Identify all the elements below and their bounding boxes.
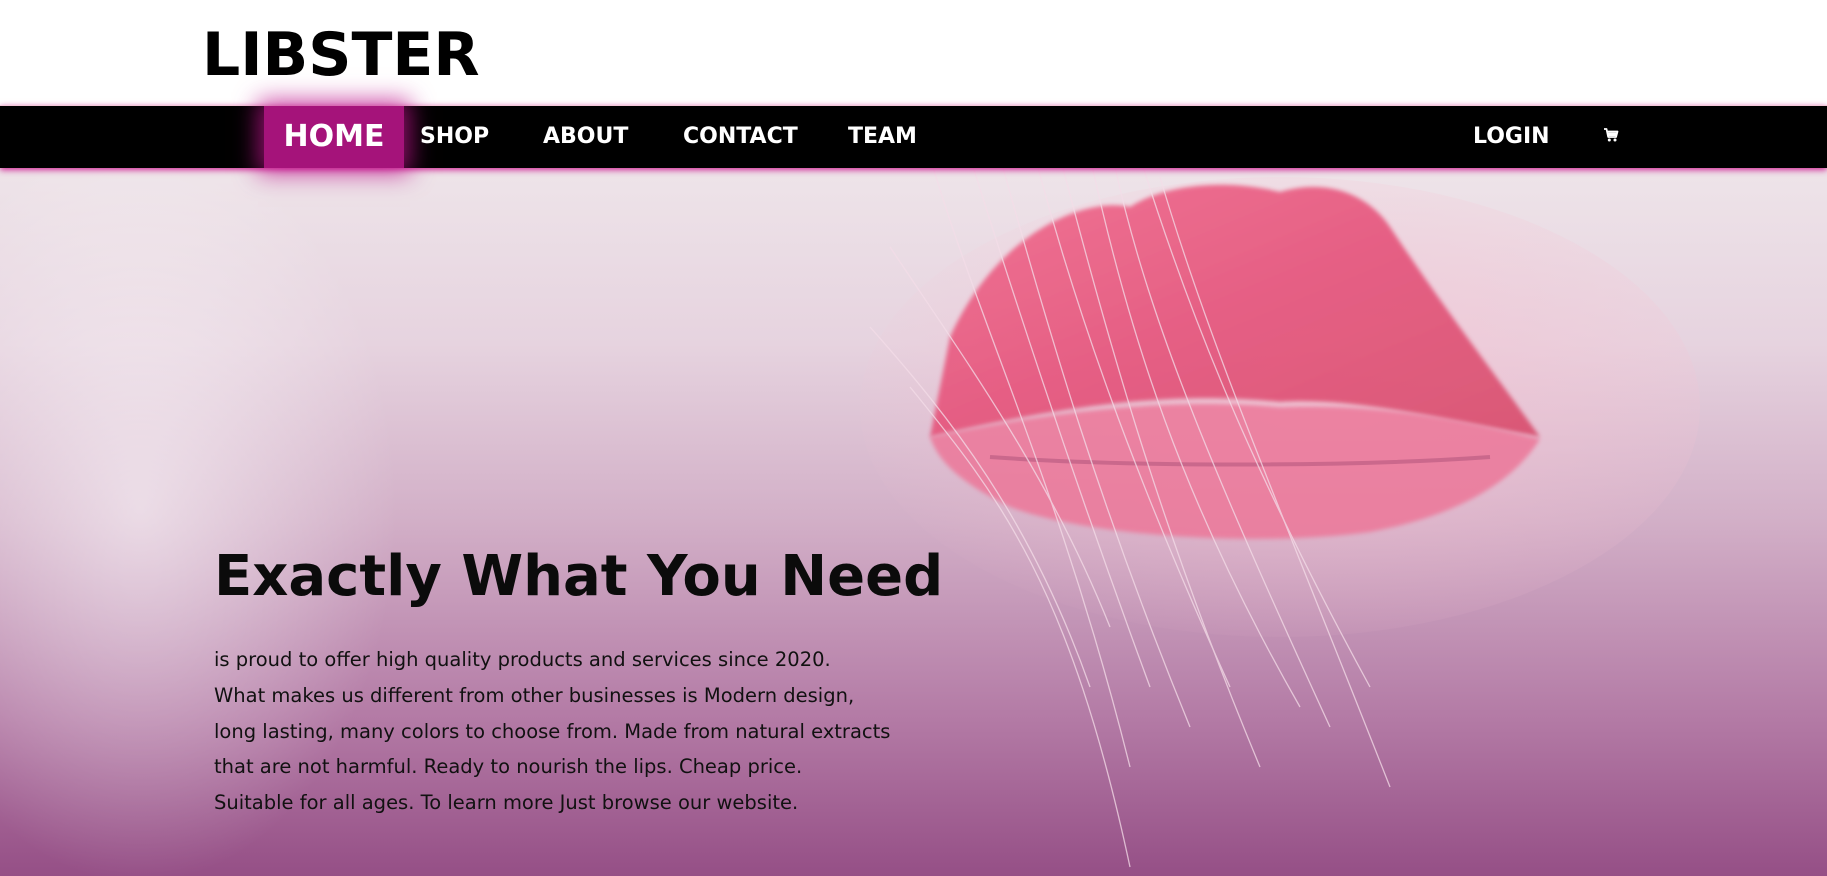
- hero-description-line: Suitable for all ages. To learn more Jus…: [214, 791, 799, 815]
- hero-description-line: What makes us different from other busin…: [214, 683, 855, 707]
- hero-description-line: that are not harmful. Ready to nourish t…: [214, 755, 803, 779]
- page: LIBSTER HOME SHOP ABOUT CONTACT TEAM LOG…: [0, 0, 1827, 876]
- lips-photo: [860, 167, 1700, 868]
- hero-title: Exactly What You Need: [214, 544, 944, 609]
- nav-team-link[interactable]: TEAM: [848, 106, 917, 168]
- nav-login-link[interactable]: LOGIN: [1473, 106, 1550, 168]
- hero-description-line: is proud to offer high quality products …: [214, 648, 831, 671]
- header: LIBSTER: [0, 0, 1827, 105]
- nav-contact-link[interactable]: CONTACT: [683, 106, 798, 168]
- hero-description: is proud to offer high quality products …: [214, 642, 891, 821]
- nav-home-link[interactable]: HOME: [264, 106, 404, 168]
- nav-about-link[interactable]: ABOUT: [543, 106, 628, 168]
- hero-description-line: long lasting, many colors to choose from…: [214, 719, 891, 743]
- main-navbar: HOME SHOP ABOUT CONTACT TEAM LOGIN: [0, 105, 1827, 168]
- nav-shop-link[interactable]: SHOP: [420, 106, 489, 168]
- site-logo[interactable]: LIBSTER: [202, 20, 480, 90]
- hero-section: Exactly What You Need is proud to offer …: [0, 167, 1827, 876]
- cart-link[interactable]: [1603, 106, 1625, 168]
